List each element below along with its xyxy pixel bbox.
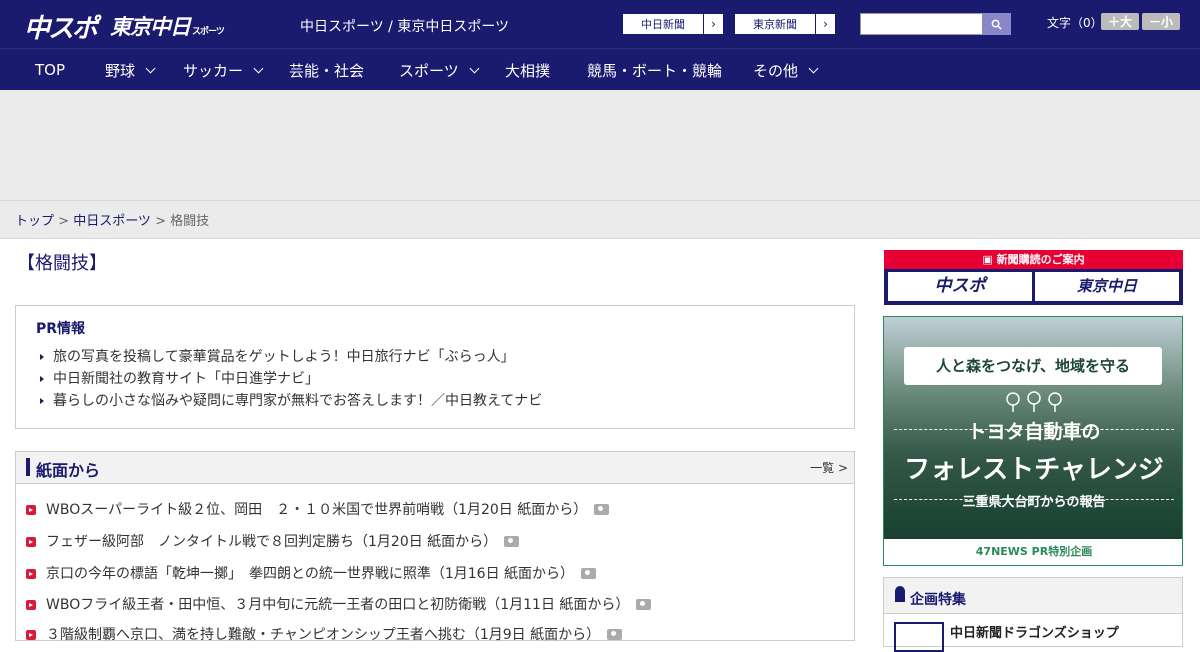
ad-footer: 47NEWS PR特別企画 <box>884 539 1182 565</box>
news-item-text: WBOフライ級王者・田中恒、３月中旬に元統一王者の田口と初防衛戦（1月11日 紙… <box>46 597 630 613</box>
ribbon-icon <box>895 586 905 602</box>
tokyo-logo-text: 東京中日 <box>110 15 191 39</box>
tokyo-shimbun-label: 東京新聞 <box>753 18 797 31</box>
nav-label: 芸能・社会 <box>289 61 365 80</box>
nav-top[interactable]: TOP <box>35 49 65 91</box>
font-size-label: 文字（0） <box>1047 16 1103 30</box>
nav-label: 野球 <box>105 61 136 80</box>
site-links[interactable]: 中日スポーツ / 東京中日スポーツ <box>300 16 509 36</box>
chevron-right-icon: › <box>815 14 835 34</box>
camera-icon <box>594 503 610 515</box>
bullet-arrow-icon <box>26 505 36 515</box>
bullet-arrow-icon <box>26 537 36 547</box>
main-nav: TOP 野球 サッカー 芸能・社会 スポーツ 大相撲 競馬・ボート・競輪 その他 <box>0 48 1200 90</box>
news-item[interactable]: WBOフライ級王者・田中恒、３月中旬に元統一王者の田口と初防衛戦（1月11日 紙… <box>26 594 652 614</box>
pr-item[interactable]: 旅の写真を投稿して豪華賞品をゲットしよう！中日旅行ナビ「ぶらっ人」 <box>40 346 515 366</box>
tokyo-shimbun-button[interactable]: 東京新聞 › <box>734 13 836 35</box>
nav-label: TOP <box>35 61 66 79</box>
nav-sumo[interactable]: 大相撲 <box>505 49 550 91</box>
font-bigger-button[interactable]: ＋大 <box>1101 13 1139 30</box>
camera-icon <box>504 535 520 547</box>
feature-header: 企画特集 <box>884 578 1182 614</box>
nav-soccer[interactable]: サッカー <box>183 49 264 91</box>
breadcrumb-current: 格闘技 <box>170 214 210 229</box>
pr-box: PR情報 旅の写真を投稿して豪華賞品をゲットしよう！中日旅行ナビ「ぶらっ人」 中… <box>15 305 855 429</box>
camera-icon <box>581 567 597 579</box>
page-title: 【格闘技】 <box>17 253 107 274</box>
nav-baseball[interactable]: 野球 <box>105 49 156 91</box>
pr-item[interactable]: 暮らしの小さな悩みや疑問に専門家が無料でお答えします！／中日教えてナビ <box>40 390 542 410</box>
news-title: 紙面から <box>36 461 101 480</box>
nav-label: サッカー <box>183 61 244 80</box>
news-header: 紙面から 一覧 > <box>16 452 854 484</box>
tree-icon <box>1006 391 1062 412</box>
ad-title-line2: フォレストチャレンジ <box>904 455 1164 485</box>
breadcrumb-top[interactable]: トップ <box>15 214 54 229</box>
breadcrumb-chunichi[interactable]: 中日スポーツ <box>73 214 151 229</box>
bullet-arrow-icon <box>26 600 36 610</box>
news-more-link[interactable]: 一覧 > <box>810 459 848 476</box>
news-item-text: ３階級制覇へ京口、満を持し難敵・チャンピオンシップ王者へ挑む（1月9日 紙面から… <box>46 627 601 643</box>
newspaper-icon: ▣ <box>982 253 997 266</box>
camera-icon <box>636 598 652 610</box>
bullet-arrow-icon <box>26 630 36 640</box>
chevron-down-icon <box>145 63 156 73</box>
pr-title: PR情報 <box>36 321 86 337</box>
nav-sports[interactable]: スポーツ <box>399 49 480 91</box>
news-item-text: フェザー級阿部 ノンタイトル戦で８回判定勝ち（1月20日 紙面から） <box>46 534 498 550</box>
chunichi-shimbun-label: 中日新聞 <box>641 18 685 31</box>
tokyo-logo-small: スポーツ <box>192 27 225 37</box>
chevron-down-icon <box>808 63 819 73</box>
heading-bar <box>26 458 30 476</box>
ad-area <box>0 90 1200 201</box>
subscription-title-text: 新聞購読のご案内 <box>996 253 1085 266</box>
search-icon <box>991 19 1002 30</box>
news-item[interactable]: WBOスーパーライト級２位、岡田 ２・１０米国で世界前哨戦（1月20日 紙面から… <box>26 499 610 519</box>
nav-racing[interactable]: 競馬・ボート・競輪 <box>587 49 722 91</box>
news-item[interactable]: ３階級制覇へ京口、満を持し難敵・チャンピオンシップ王者へ挑む（1月9日 紙面から… <box>26 624 623 644</box>
search-input[interactable] <box>860 13 983 35</box>
ad-ribbon: 人と森をつなげ、地域を守る <box>904 347 1162 385</box>
nav-label: スポーツ <box>399 61 459 80</box>
ad-subtitle: 三重県大台町からの報告 <box>962 495 1106 510</box>
nav-other[interactable]: その他 <box>753 49 819 91</box>
top-header: 中スポ 東京中日 スポーツ 中日スポーツ / 東京中日スポーツ 中日新聞 › 東京… <box>0 0 1200 48</box>
search-button[interactable] <box>982 13 1011 35</box>
subscribe-chuspo[interactable]: 中スポ <box>888 272 1032 301</box>
chuspo-logo[interactable]: 中スポ <box>24 8 98 45</box>
font-smaller-button[interactable]: －小 <box>1142 13 1180 30</box>
bullet-arrow-icon <box>26 569 36 579</box>
pr-item[interactable]: 中日新聞社の教育サイト「中日進学ナビ」 <box>40 368 319 388</box>
chevron-down-icon <box>253 63 264 73</box>
feature-box: 企画特集 中日新聞ドラゴンズショップ <box>883 577 1183 652</box>
chevron-down-icon <box>469 63 480 73</box>
news-item-text: 京口の今年の標語「乾坤一擲」 拳四朗との統一世界戦に照準（1月16日 紙面から） <box>46 566 575 582</box>
subscription-banner[interactable]: ▣ 新聞購読のご案内 中スポ 東京中日 <box>884 250 1183 305</box>
chevron-right-icon: › <box>703 14 723 34</box>
subscription-title: ▣ 新聞購読のご案内 <box>884 250 1183 269</box>
news-item-text: WBOスーパーライト級２位、岡田 ２・１０米国で世界前哨戦（1月20日 紙面から… <box>46 502 588 518</box>
feature-title: 企画特集 <box>910 592 966 608</box>
forest-challenge-ad[interactable]: 人と森をつなげ、地域を守る トヨタ自動車の フォレストチャレンジ 三重県大台町か… <box>883 316 1183 566</box>
subscribe-tokyo-chunichi[interactable]: 東京中日 <box>1035 272 1179 301</box>
breadcrumb: トップ > 中日スポーツ > 格闘技 <box>0 201 1200 239</box>
breadcrumb-sep: > <box>150 214 171 229</box>
news-item[interactable]: 京口の今年の標語「乾坤一擲」 拳四朗との統一世界戦に照準（1月16日 紙面から） <box>26 563 597 583</box>
news-box: 紙面から 一覧 > WBOスーパーライト級２位、岡田 ２・１０米国で世界前哨戦（… <box>15 451 855 644</box>
tokyo-chunichi-logo[interactable]: 東京中日 スポーツ <box>110 11 225 41</box>
breadcrumb-sep: > <box>54 214 74 229</box>
nav-entertainment[interactable]: 芸能・社会 <box>289 49 364 91</box>
camera-icon <box>607 628 623 640</box>
feature-thumbnail[interactable] <box>894 622 944 652</box>
chunichi-shimbun-button[interactable]: 中日新聞 › <box>622 13 724 35</box>
nav-label: その他 <box>753 61 799 80</box>
nav-label: 競馬・ボート・競輪 <box>587 61 723 80</box>
ad-title-line1: トヨタ自動車の <box>967 421 1101 443</box>
nav-label: 大相撲 <box>505 61 551 80</box>
feature-item[interactable]: 中日新聞ドラゴンズショップ <box>950 622 1119 641</box>
news-item[interactable]: フェザー級阿部 ノンタイトル戦で８回判定勝ち（1月20日 紙面から） <box>26 531 520 551</box>
